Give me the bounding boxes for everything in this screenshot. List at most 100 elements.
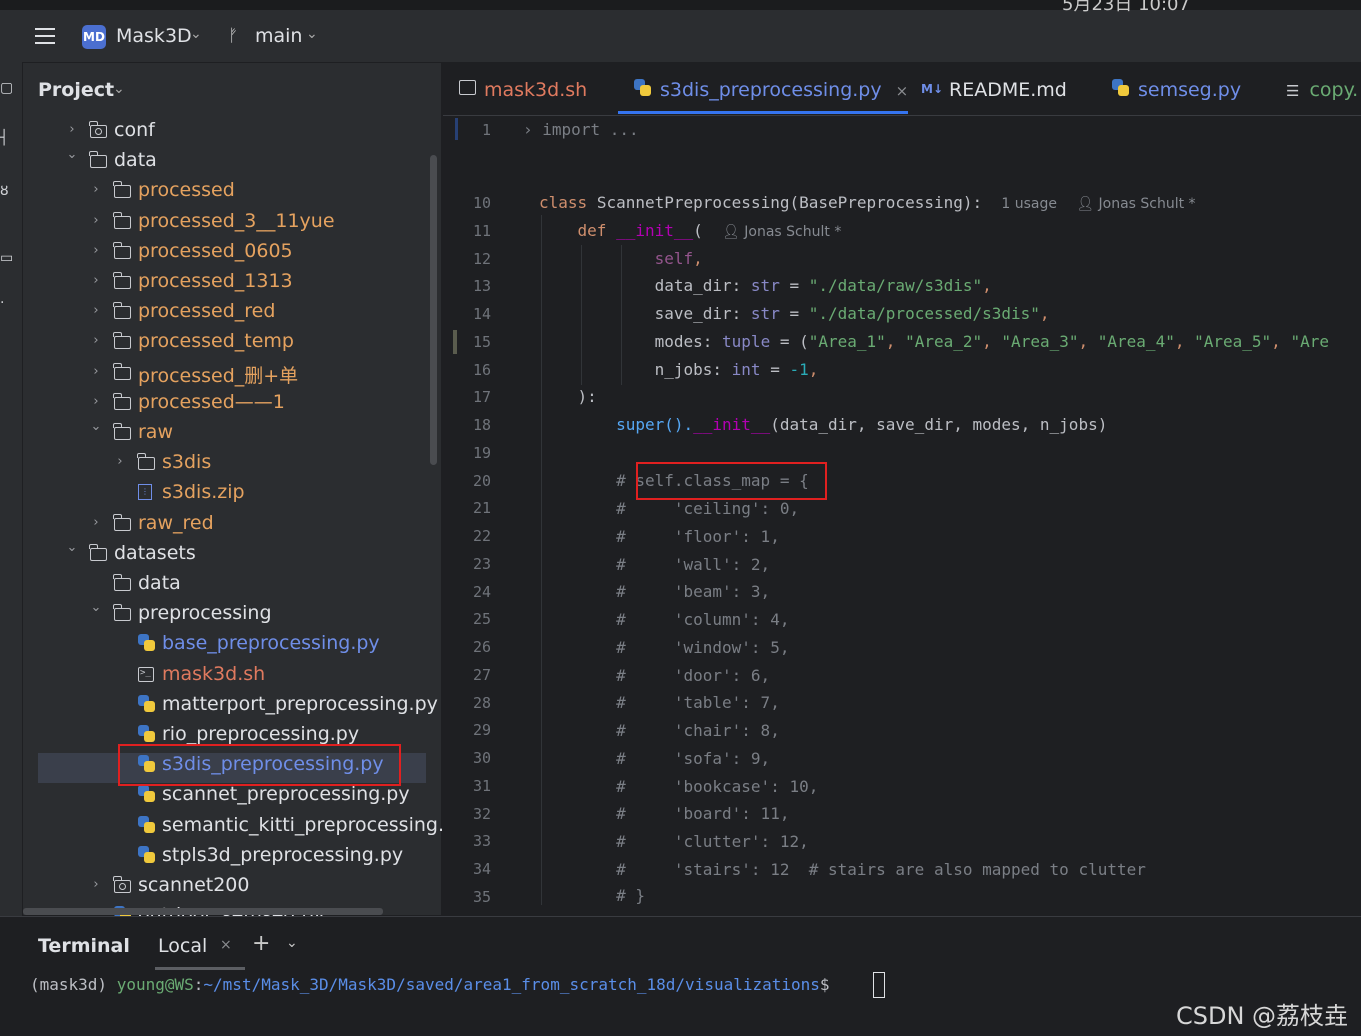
- chevron-right-icon[interactable]: ›: [89, 273, 103, 288]
- branch-name[interactable]: main: [255, 25, 302, 47]
- chevron-down-icon[interactable]: ⌄: [190, 26, 202, 42]
- tree-item-processed-3-11yue[interactable]: › processed_3__11yue: [23, 208, 441, 238]
- tree-item-raw-red[interactable]: › raw_red: [23, 510, 441, 540]
- code-line-14[interactable]: save_dir: str = "./data/processed/s3dis"…: [539, 304, 1050, 323]
- folder-icon: [89, 543, 110, 564]
- folded-imports[interactable]: import ...: [542, 120, 638, 139]
- git-branch-icon[interactable]: ᚠ: [228, 26, 238, 46]
- tab-mask3d-sh[interactable]: mask3d.sh: [459, 79, 587, 101]
- tab-s3dis-preprocessing[interactable]: s3dis_preprocessing.py ×: [634, 79, 908, 101]
- comment-class-map-entry: # 'door': 6,: [539, 665, 771, 685]
- code-line-30[interactable]: # 'sofa': 9,: [539, 749, 770, 768]
- close-icon[interactable]: ×: [896, 82, 909, 100]
- project-horizontal-scrollbar[interactable]: [23, 908, 383, 915]
- code-line-22[interactable]: # 'floor': 1,: [539, 527, 780, 546]
- main-menu-icon[interactable]: [35, 28, 55, 46]
- tree-item-processed-red[interactable]: › processed_red: [23, 298, 441, 328]
- code-line-16[interactable]: n_jobs: int = -1,: [539, 360, 819, 379]
- tree-item-processed-1[interactable]: › processed——1: [23, 389, 441, 419]
- tree-item-datasets[interactable]: ⌄ datasets: [23, 540, 441, 570]
- terminal-tab-local[interactable]: Local: [158, 935, 207, 957]
- code-line-11[interactable]: def __init__( 👤︎ Jonas Schult *: [539, 221, 842, 240]
- tab-copy[interactable]: ☰ copy.: [1286, 79, 1358, 101]
- tab-readme[interactable]: M↓ README.md: [921, 79, 1067, 101]
- project-name[interactable]: Mask3D: [116, 25, 192, 47]
- chevron-right-icon[interactable]: ›: [113, 454, 127, 469]
- chevron-right-icon[interactable]: ›: [89, 364, 103, 379]
- line-number: 21: [472, 499, 491, 518]
- code-line-1[interactable]: › import ...: [523, 120, 639, 139]
- code-line-31[interactable]: # 'bookcase': 10,: [539, 777, 818, 796]
- tree-item-stpls3d-preprocessing-py[interactable]: stpls3d_preprocessing.py: [23, 842, 441, 872]
- code-line-26[interactable]: # 'window': 5,: [539, 638, 789, 657]
- tree-item-data[interactable]: ⌄ data: [23, 147, 441, 177]
- tree-item-processed-temp[interactable]: › processed_temp: [23, 328, 441, 358]
- chevron-right-icon[interactable]: ›: [89, 394, 103, 409]
- add-icon[interactable]: +: [252, 931, 270, 956]
- tree-item-base-preprocessing-py[interactable]: base_preprocessing.py: [23, 630, 441, 660]
- code-line-25[interactable]: # 'column': 4,: [539, 610, 789, 629]
- usage-hint[interactable]: 1 usage: [1001, 196, 1057, 212]
- code-line-32[interactable]: # 'board': 11,: [539, 804, 789, 823]
- tree-item-semantic-kitti-preprocessing-py[interactable]: semantic_kitti_preprocessing.py: [23, 812, 467, 842]
- chevron-right-icon[interactable]: ›: [89, 333, 103, 348]
- chevron-right-icon[interactable]: ›: [89, 213, 103, 228]
- code-line-18[interactable]: super().__init__(data_dir, save_dir, mod…: [539, 415, 1107, 434]
- code-line-13[interactable]: data_dir: str = "./data/raw/s3dis",: [539, 276, 992, 295]
- tree-item-scannet200[interactable]: › scannet200: [23, 872, 441, 902]
- tree-item-processed[interactable]: › processed: [23, 177, 441, 207]
- tree-item-processed-[interactable]: › processed_删+单: [23, 359, 441, 389]
- chevron-right-icon[interactable]: ›: [65, 122, 79, 137]
- author-hint[interactable]: 👤︎ Jonas Schult *: [1076, 196, 1195, 212]
- code-line-28[interactable]: # 'table': 7,: [539, 693, 780, 712]
- tree-item-processed-1313[interactable]: › processed_1313: [23, 268, 441, 298]
- code-line-10[interactable]: class ScannetPreprocessing(BasePreproces…: [539, 193, 1196, 212]
- code-line-34[interactable]: # 'stairs': 12 # stairs are also mapped …: [539, 860, 1146, 879]
- comment-class-map-entry: # 'stairs': 12 # stairs are also mapped …: [539, 859, 1146, 879]
- author-hint[interactable]: 👤︎ Jonas Schult *: [722, 224, 841, 240]
- code-line-12[interactable]: self,: [539, 249, 703, 268]
- commit-tool-icon[interactable]: ┤: [0, 130, 14, 146]
- chevron-down-icon[interactable]: ⌄: [113, 81, 125, 97]
- tree-item-s3dis[interactable]: › s3dis: [23, 449, 441, 479]
- tree-item-conf[interactable]: › conf: [23, 117, 441, 147]
- chevron-right-icon[interactable]: ›: [89, 877, 103, 892]
- chevron-down-icon[interactable]: ⌄: [306, 26, 318, 42]
- chevron-down-icon[interactable]: ⌄: [89, 419, 103, 434]
- code-line-29[interactable]: # 'chair': 8,: [539, 721, 780, 740]
- tree-item-raw[interactable]: ⌄ raw: [23, 419, 441, 449]
- chevron-right-icon[interactable]: ›: [89, 182, 103, 197]
- chevron-down-icon[interactable]: ⌄: [65, 540, 79, 555]
- git-tool-icon[interactable]: ȣ: [0, 183, 14, 199]
- terminal-prompt[interactable]: (mask3d) young@WS:~/mst/Mask_3D/Mask3D/s…: [30, 975, 839, 994]
- code-line-17[interactable]: ):: [539, 387, 597, 406]
- project-badge[interactable]: MD: [82, 25, 106, 49]
- tab-semseg[interactable]: semseg.py: [1112, 79, 1241, 101]
- code-line-27[interactable]: # 'door': 6,: [539, 666, 770, 685]
- chevron-down-icon[interactable]: ⌄: [286, 935, 298, 951]
- tree-item-mask3d-sh[interactable]: >_ mask3d.sh: [23, 661, 441, 691]
- project-tool-icon[interactable]: ▢: [0, 80, 14, 96]
- tree-item-processed-0605[interactable]: › processed_0605: [23, 238, 441, 268]
- code-line-23[interactable]: # 'wall': 2,: [539, 555, 770, 574]
- chevron-right-icon[interactable]: ›: [89, 243, 103, 258]
- code-line-24[interactable]: # 'beam': 3,: [539, 582, 770, 601]
- structure-tool-icon[interactable]: ▭: [0, 250, 14, 266]
- code-line-15[interactable]: modes: tuple = ("Area_1", "Area_2", "Are…: [539, 332, 1329, 351]
- code-line-21[interactable]: # 'ceiling': 0,: [539, 499, 799, 518]
- tree-item-s3dis-zip[interactable]: ⋮ s3dis.zip: [23, 479, 441, 509]
- tree-item-preprocessing[interactable]: ⌄ preprocessing: [23, 600, 441, 630]
- tree-item-data[interactable]: data: [23, 570, 441, 600]
- code-line-35[interactable]: # }: [539, 886, 645, 905]
- more-tools-icon[interactable]: ·: [0, 295, 14, 311]
- fold-chevron-icon[interactable]: ›: [523, 120, 533, 139]
- chevron-down-icon[interactable]: ⌄: [65, 147, 79, 162]
- project-scrollbar[interactable]: [430, 155, 437, 465]
- tree-item-matterport-preprocessing-py[interactable]: matterport_preprocessing.py: [23, 691, 441, 721]
- chevron-down-icon[interactable]: ⌄: [89, 600, 103, 615]
- chevron-right-icon[interactable]: ›: [89, 515, 103, 530]
- chevron-right-icon[interactable]: ›: [89, 303, 103, 318]
- close-icon[interactable]: ×: [220, 937, 232, 953]
- project-panel-title[interactable]: Project: [38, 79, 114, 101]
- code-line-33[interactable]: # 'clutter': 12,: [539, 832, 809, 851]
